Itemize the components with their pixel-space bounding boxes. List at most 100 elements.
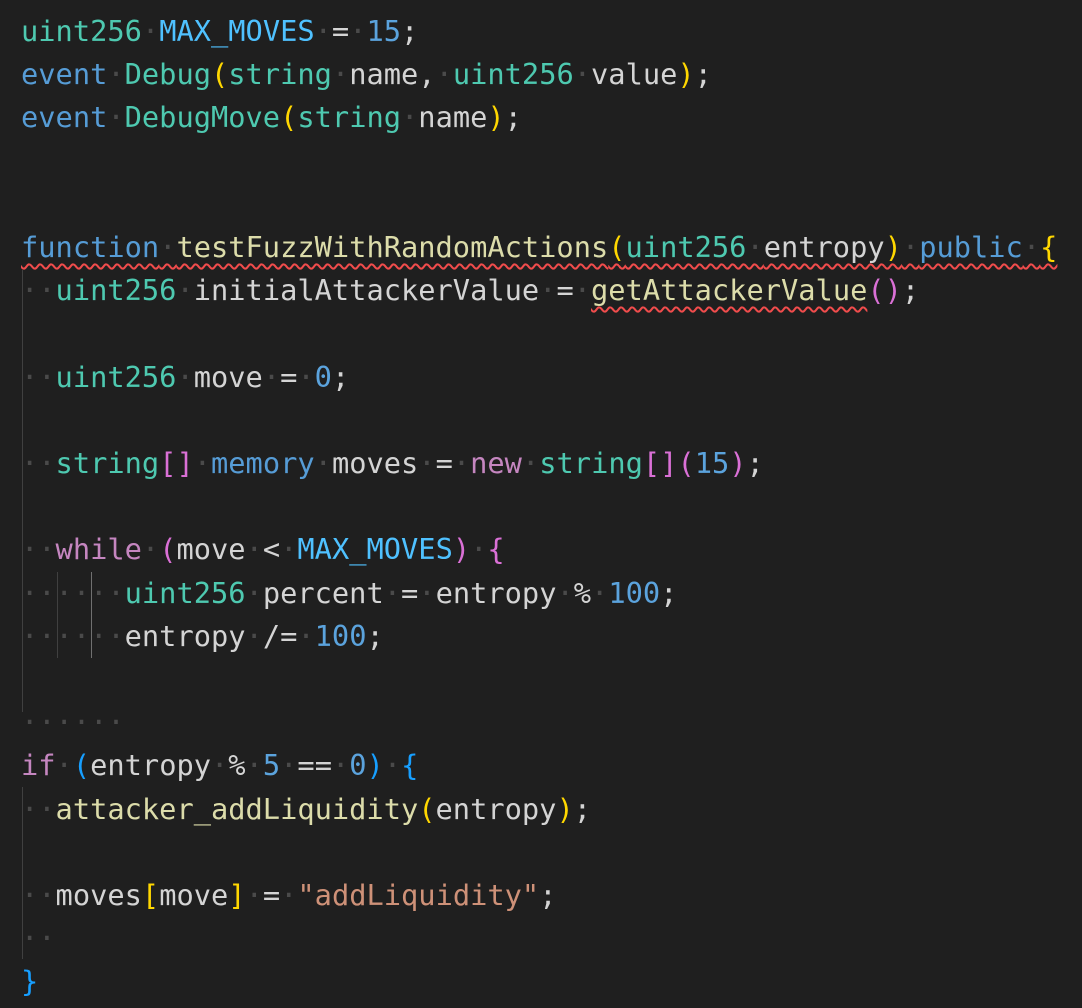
whitespace-marker: · <box>280 532 298 567</box>
code-line[interactable]: ··moves[move]·=·"addLiquidity"; <box>21 874 557 917</box>
code-token: = <box>331 14 350 48</box>
code-line[interactable]: ··string[]·memory·moves·=·new·string[](1… <box>21 442 764 485</box>
code-token: moves <box>331 446 419 480</box>
code-line[interactable]: event·DebugMove(string·name); <box>21 96 522 139</box>
code-token: entropy <box>90 748 212 783</box>
code-token: ( <box>211 57 229 92</box>
code-line[interactable]: function·testFuzzWithRandomActions(uint2… <box>21 226 1057 269</box>
code-token: uint256 <box>625 230 747 264</box>
whitespace-marker: ·· <box>21 878 56 912</box>
code-token: ] <box>228 878 246 912</box>
code-token: [ <box>141 878 160 912</box>
code-token: [] <box>642 446 678 480</box>
code-line[interactable]: uint256·MAX_MOVES·=·15; <box>21 10 418 53</box>
code-token: 100 <box>314 618 367 653</box>
code-token: event <box>21 100 108 135</box>
whitespace-marker: · <box>383 748 402 783</box>
code-token: = <box>556 273 574 308</box>
code-line[interactable]: if·(entropy·%·5·==·0)·{ <box>21 744 418 787</box>
code-token: ; <box>746 446 764 480</box>
code-token: % <box>228 748 246 783</box>
code-token: uint256 <box>21 14 142 48</box>
code-token: ) <box>452 532 471 567</box>
whitespace-marker: · <box>159 230 177 264</box>
whitespace-marker: ·· <box>21 791 56 826</box>
code-token: 15 <box>366 14 402 48</box>
code-line[interactable]: ··while·(move·<·MAX_MOVES)·{ <box>21 528 505 571</box>
whitespace-marker: · <box>418 446 436 480</box>
code-token: ( <box>608 230 626 264</box>
code-token: ) <box>677 57 695 92</box>
whitespace-marker: ······ <box>21 705 125 740</box>
code-line[interactable]: ······ <box>21 701 125 744</box>
whitespace-marker: · <box>314 14 332 48</box>
whitespace-marker: · <box>107 100 125 135</box>
whitespace-marker: · <box>418 575 436 610</box>
whitespace-marker: · <box>746 230 764 264</box>
whitespace-marker: · <box>297 618 315 653</box>
code-line[interactable]: ··uint256·move·=·0; <box>21 356 349 399</box>
whitespace-marker: · <box>331 748 350 783</box>
code-token: entropy <box>763 230 885 264</box>
whitespace-marker: · <box>297 359 315 394</box>
code-token: uint256 <box>452 57 574 92</box>
code-token: { <box>1040 230 1058 264</box>
code-token: ; <box>504 100 522 135</box>
whitespace-marker: · <box>470 532 488 567</box>
whitespace-marker: ······ <box>21 575 125 610</box>
code-line[interactable]: ······uint256·percent·=·entropy·%·100; <box>21 572 677 615</box>
code-token: = <box>262 878 281 912</box>
whitespace-marker: · <box>55 748 73 783</box>
code-token: name <box>418 100 488 135</box>
code-token: 0 <box>314 359 332 394</box>
whitespace-marker: · <box>539 273 557 308</box>
code-token: move <box>193 359 263 394</box>
code-token: ) <box>556 791 574 826</box>
code-line[interactable]: event·Debug(string·name,·uint256·value); <box>21 53 712 96</box>
code-token: public <box>919 230 1023 264</box>
whitespace-marker: · <box>280 748 298 783</box>
code-token: ; <box>573 791 591 826</box>
code-token: /= <box>262 618 298 653</box>
code-token: Debug <box>124 57 211 92</box>
code-token: string <box>55 446 160 480</box>
code-token: new <box>470 446 522 480</box>
whitespace-marker: · <box>211 748 229 783</box>
whitespace-marker: · <box>383 575 402 610</box>
code-token: 0 <box>349 748 367 783</box>
code-token: attacker_addLiquidity <box>55 791 419 826</box>
code-token: string <box>539 446 643 480</box>
whitespace-marker: ·· <box>21 446 56 480</box>
code-token: } <box>21 964 39 999</box>
code-token: while <box>55 532 142 567</box>
code-token: moves <box>55 878 142 912</box>
code-token: testFuzzWithRandomActions <box>176 230 609 264</box>
code-token: ( <box>418 791 436 826</box>
whitespace-marker: · <box>331 57 350 92</box>
code-token: ; <box>539 878 557 912</box>
code-token: () <box>867 273 902 308</box>
code-token: ) <box>729 446 747 480</box>
code-line[interactable]: ··attacker_addLiquidity(entropy); <box>21 788 591 831</box>
code-token: < <box>262 532 281 567</box>
code-token: name, <box>349 57 436 92</box>
code-token: = <box>280 359 298 394</box>
code-token: initialAttackerValue <box>193 273 540 308</box>
code-line[interactable]: ······entropy·/=·100; <box>21 615 384 658</box>
code-token: "addLiquidity" <box>297 878 540 912</box>
whitespace-marker: ·· <box>21 921 56 956</box>
whitespace-marker: · <box>193 446 212 480</box>
whitespace-marker: · <box>141 14 160 48</box>
code-token: ) <box>487 100 505 135</box>
code-token: [] <box>159 446 194 480</box>
whitespace-marker: · <box>591 575 609 610</box>
code-line[interactable]: ·· <box>21 917 56 960</box>
code-line[interactable]: } <box>21 960 38 1003</box>
code-line[interactable]: ··uint256·initialAttackerValue·=·getAtta… <box>21 269 919 312</box>
whitespace-marker: · <box>901 230 920 264</box>
whitespace-marker: · <box>245 532 263 567</box>
whitespace-marker: · <box>349 14 367 48</box>
code-token: ; <box>694 57 712 92</box>
code-editor[interactable]: uint256·MAX_MOVES·=·15; event·Debug(strin… <box>0 0 1082 1008</box>
code-token: ; <box>366 618 384 653</box>
